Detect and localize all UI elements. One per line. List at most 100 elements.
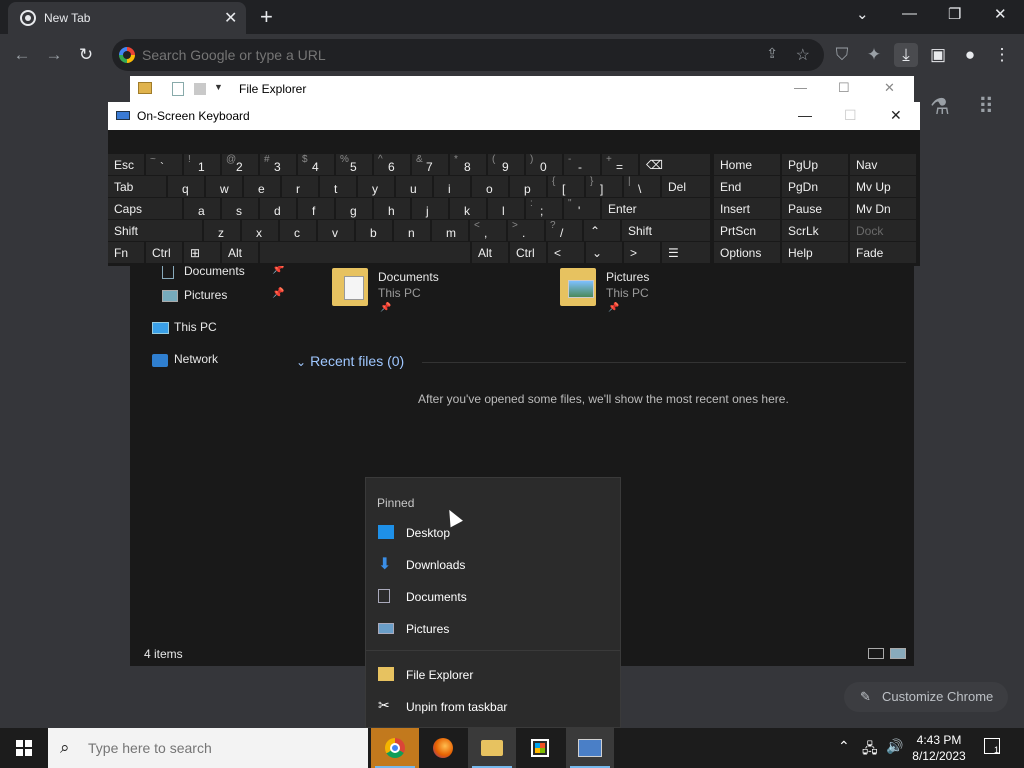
key-caps[interactable]: Caps <box>108 198 182 219</box>
key-row1-12[interactable]: + = <box>602 154 638 175</box>
key-row4-7[interactable]: <, <box>470 220 506 241</box>
key-row1-2[interactable]: @2 <box>222 154 258 175</box>
key-space[interactable] <box>260 242 470 263</box>
key-nav-2-2[interactable]: Mv Dn <box>850 198 916 219</box>
key-row1-0[interactable]: ~ ` <box>146 154 182 175</box>
jump-list-item-documents[interactable]: Documents <box>366 581 620 613</box>
nav-item-pictures[interactable]: Pictures <box>162 288 227 302</box>
key-shift-left[interactable]: Shift <box>108 220 202 241</box>
key-row2-1[interactable]: w <box>206 176 242 197</box>
key-esc[interactable]: Esc <box>108 154 144 175</box>
key-row1-5[interactable]: % 5 <box>336 154 372 175</box>
customize-quick-access-icon[interactable]: ▼ <box>214 82 223 92</box>
taskbar-search-input[interactable] <box>88 739 348 757</box>
key-ctrl-left[interactable]: Ctrl <box>146 242 182 263</box>
side-panel-icon[interactable]: ▣ <box>926 43 950 67</box>
key-row2-8[interactable]: o <box>472 176 508 197</box>
key-nav-2-0[interactable]: Insert <box>714 198 780 219</box>
key-row2-12[interactable]: | \ <box>624 176 660 197</box>
menu-icon[interactable]: ⋮ <box>990 43 1014 67</box>
jump-list-open-file-explorer[interactable]: File Explorer <box>366 659 620 691</box>
volume-icon[interactable]: 🔊 <box>886 738 903 755</box>
key-row1-11[interactable]: -- <box>564 154 600 175</box>
key-row1-6[interactable]: ^ 6 <box>374 154 410 175</box>
key-tab[interactable]: Tab <box>108 176 166 197</box>
key-arrow-left[interactable]: < <box>548 242 584 263</box>
key-row3-4[interactable]: g <box>336 198 372 219</box>
key-row4-4[interactable]: b <box>356 220 392 241</box>
taskbar-file-explorer[interactable] <box>468 728 516 768</box>
osk-titlebar[interactable]: On-Screen Keyboard — ☐ ✕ <box>108 102 920 130</box>
key-windows[interactable]: ⊞ <box>184 242 220 263</box>
key-nav-1-2[interactable]: Mv Up <box>850 176 916 197</box>
key-row2-7[interactable]: i <box>434 176 470 197</box>
osk-close-button[interactable]: ✕ <box>890 107 902 124</box>
key-arrow-right[interactable]: > <box>624 242 660 263</box>
key-alt-right[interactable]: Alt <box>472 242 508 263</box>
large-icons-view-icon[interactable] <box>890 648 906 659</box>
new-folder-icon[interactable] <box>194 83 206 95</box>
key-ctrl-right[interactable]: Ctrl <box>510 242 546 263</box>
key-row3-10[interactable]: " ' <box>564 198 600 219</box>
jump-list-unpin[interactable]: ✂ Unpin from taskbar <box>366 691 620 723</box>
key-row4-8[interactable]: >. <box>508 220 544 241</box>
key-fn[interactable]: Fn <box>108 242 144 263</box>
omnibox[interactable]: ⇪ ☆ <box>112 39 824 71</box>
key-row2-6[interactable]: u <box>396 176 432 197</box>
key-row4-2[interactable]: c <box>280 220 316 241</box>
taskbar-search-box[interactable]: ⌕ <box>48 728 368 768</box>
show-hidden-icons-chevron-icon[interactable]: ⌃ <box>838 738 850 755</box>
key-row3-8[interactable]: l <box>488 198 524 219</box>
nav-item-this-pc[interactable]: This PC <box>152 320 217 334</box>
key-menu[interactable]: ☰ <box>662 242 710 263</box>
key-nav-3-1[interactable]: ScrLk <box>782 220 848 241</box>
quick-access-documents[interactable]: Documents This PC 📌 <box>332 268 532 314</box>
jump-list-item-downloads[interactable]: ⬇ Downloads <box>366 549 620 581</box>
key-row4-6[interactable]: m <box>432 220 468 241</box>
key-nav-1-1[interactable]: PgDn <box>782 176 848 197</box>
back-icon[interactable]: ← <box>10 43 34 67</box>
key-row4-9[interactable]: ? / <box>546 220 582 241</box>
taskbar-chrome[interactable] <box>371 728 419 768</box>
key-shift-right[interactable]: Shift <box>622 220 710 241</box>
key-row1-7[interactable]: & 7 <box>412 154 448 175</box>
extensions-icon[interactable]: ✦ <box>862 43 886 67</box>
taskbar-clock[interactable]: 4:43 PM 8/12/2023 <box>908 732 970 764</box>
key-row3-2[interactable]: d <box>260 198 296 219</box>
key-alt-left[interactable]: Alt <box>222 242 258 263</box>
ublock-icon[interactable]: ⛉ <box>830 43 854 67</box>
fe-close-button[interactable]: ✕ <box>884 80 895 96</box>
key-row1-8[interactable]: * 8 <box>450 154 486 175</box>
fe-maximize-button[interactable]: ☐ <box>838 80 850 96</box>
restore-button[interactable]: ❐ <box>948 5 961 23</box>
key-nav-0-0[interactable]: Home <box>714 154 780 175</box>
download-icon[interactable]: ⤓ <box>894 43 918 67</box>
file-explorer-titlebar[interactable]: ▼ File Explorer — ☐ ✕ <box>130 76 914 102</box>
labs-icon[interactable]: ⚗ <box>930 94 950 120</box>
network-icon[interactable]: 🖧 <box>862 738 878 762</box>
key-backspace[interactable]: ⌫ <box>640 154 710 175</box>
quick-access-pictures[interactable]: Pictures This PC 📌 <box>560 268 760 314</box>
key-nav-4-1[interactable]: Help <box>782 242 848 263</box>
key-row1-9[interactable]: (9 <box>488 154 524 175</box>
nav-item-documents[interactable]: Documents <box>162 264 245 279</box>
key-row2-5[interactable]: y <box>358 176 394 197</box>
taskbar-microsoft-store[interactable] <box>516 728 564 768</box>
recent-files-header[interactable]: ⌄ Recent files (0) <box>296 353 404 369</box>
osk-minimize-button[interactable]: — <box>798 107 812 123</box>
customize-chrome-button[interactable]: ✎ Customize Chrome <box>844 682 1008 712</box>
properties-icon[interactable] <box>172 82 184 96</box>
key-row4-5[interactable]: n <box>394 220 430 241</box>
key-row2-4[interactable]: t <box>320 176 356 197</box>
key-row3-9[interactable]: :; <box>526 198 562 219</box>
key-row1-1[interactable]: ! 1 <box>184 154 220 175</box>
start-button[interactable] <box>0 728 48 768</box>
tab-new-tab[interactable]: New Tab ✕ <box>8 2 246 34</box>
jump-list-item-pictures[interactable]: Pictures <box>366 613 620 645</box>
key-arrow-up[interactable]: ⌃ <box>584 220 620 241</box>
key-row4-3[interactable]: v <box>318 220 354 241</box>
key-nav-3-0[interactable]: PrtScn <box>714 220 780 241</box>
key-nav-0-2[interactable]: Nav <box>850 154 916 175</box>
key-row2-9[interactable]: p <box>510 176 546 197</box>
key-nav-4-2[interactable]: Fade <box>850 242 916 263</box>
